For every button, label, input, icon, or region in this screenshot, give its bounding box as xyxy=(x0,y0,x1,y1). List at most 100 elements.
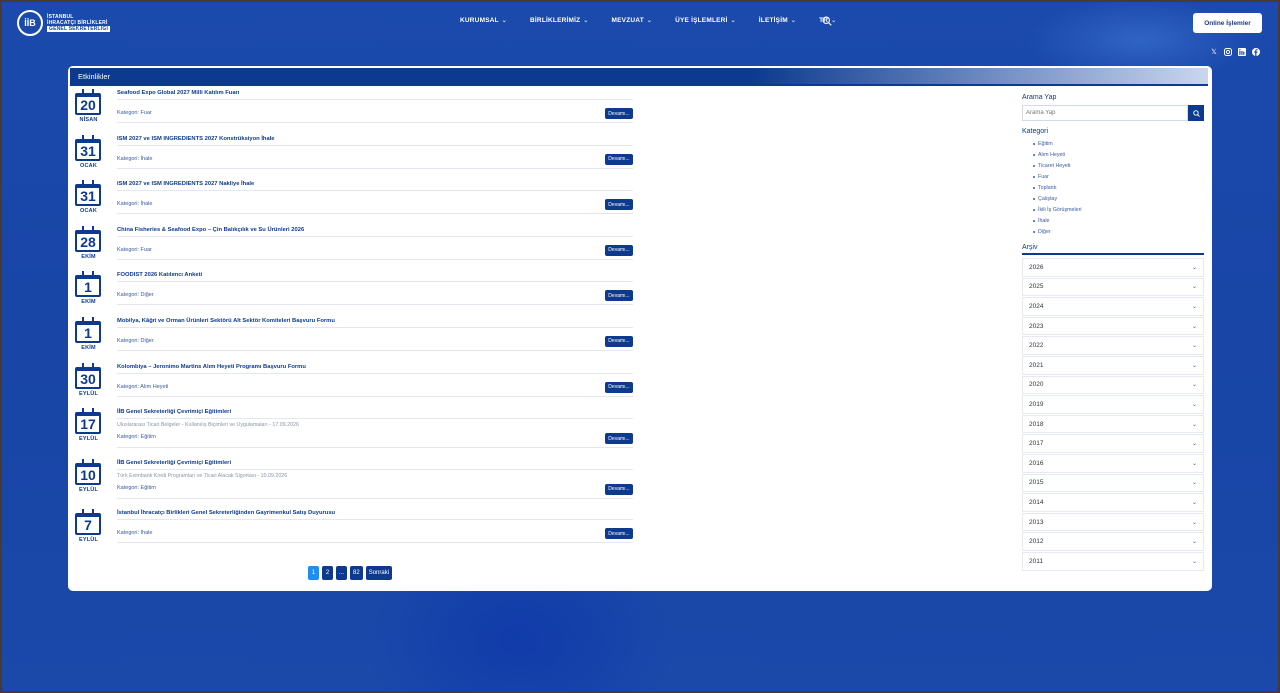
sidebar: Arama Yap Kategori EğitimAlım HeyetiTica… xyxy=(1022,94,1204,572)
site-logo[interactable]: İİB İSTANBUL İHRACATÇI BİRLİKLERİ GENEL … xyxy=(17,10,111,36)
category-link[interactable]: İhale xyxy=(1033,218,1204,229)
archive-year-item[interactable]: 2016 ⌄ xyxy=(1022,453,1204,473)
event-title-link[interactable]: Mobilya, Kâğıt ve Orman Ürünleri Sektörü… xyxy=(117,318,335,324)
category-link[interactable]: Alım Heyeti xyxy=(1033,152,1204,163)
event-title-link[interactable]: China Fisheries & Seafood Expo – Çin Bal… xyxy=(117,227,304,233)
nav-item-3[interactable]: ÜYE İŞLEMLERİ ⌄ xyxy=(675,17,736,24)
chevron-down-icon: ⌄ xyxy=(1191,519,1197,526)
archive-year-item[interactable]: 2023 ⌄ xyxy=(1022,316,1204,336)
chevron-down-icon: ⌄ xyxy=(1191,343,1197,350)
x-icon[interactable]: 𝕏 xyxy=(1210,48,1218,56)
logo-line-3: GENEL SEKRETERLİĞİ xyxy=(47,26,111,32)
online-operations-button[interactable]: Online İşlemler xyxy=(1193,13,1262,33)
archive-year-item[interactable]: 2013 ⌄ xyxy=(1022,512,1204,532)
category-link[interactable]: Fuar xyxy=(1033,174,1204,185)
archive-year-item[interactable]: 2019 ⌄ xyxy=(1022,395,1204,414)
instagram-icon[interactable] xyxy=(1224,48,1232,56)
archive-year-item[interactable]: 2014 ⌄ xyxy=(1022,493,1204,512)
event-month: EYLÜL xyxy=(78,436,99,443)
category-link[interactable]: Toplantı xyxy=(1033,185,1204,196)
archive-year-item[interactable]: 2022 ⌄ xyxy=(1022,336,1204,355)
archive-year-item[interactable]: 2011 ⌄ xyxy=(1022,551,1204,571)
archive-year-label: 2021 xyxy=(1029,361,1044,369)
archive-year-item[interactable]: 2015 ⌄ xyxy=(1022,473,1204,493)
archive-year-item[interactable]: 2012 ⌄ xyxy=(1022,532,1204,551)
event-title-link[interactable]: ISM 2027 ve ISM INGREDIENTS 2027 Nakliye… xyxy=(117,181,254,187)
chevron-down-icon: ⌄ xyxy=(1191,303,1197,310)
page-button[interactable]: 2 xyxy=(322,566,333,580)
event-title-link[interactable]: İİB Genel Sekreterliği Çevrimiçi Eğitiml… xyxy=(117,460,231,466)
search-icon[interactable] xyxy=(822,16,832,26)
nav-item-label: KURUMSAL xyxy=(460,17,499,24)
category-link[interactable]: İkili İş Görüşmeleri xyxy=(1033,207,1204,218)
divider xyxy=(117,213,633,215)
divider xyxy=(117,167,633,169)
divider xyxy=(117,122,633,123)
event-title-link[interactable]: Kolombiya – Jeronimo Martins Alım Heyeti… xyxy=(117,364,306,370)
page-button[interactable]: ... xyxy=(336,566,348,580)
read-more-button[interactable]: Devamı... xyxy=(605,528,633,540)
event-day: 28 xyxy=(75,225,101,252)
read-more-button[interactable]: Devamı... xyxy=(605,244,633,256)
page-button[interactable]: Sonraki xyxy=(365,566,393,580)
event-title-link[interactable]: Seafood Expo Global 2027 Milli Katılım F… xyxy=(117,90,239,96)
read-more-button[interactable]: Devamı... xyxy=(605,381,633,393)
chevron-down-icon: ⌄ xyxy=(1191,401,1197,408)
search-input[interactable] xyxy=(1022,105,1188,121)
page-button[interactable]: 82 xyxy=(350,566,363,580)
event-item: 31 OCAK ISM 2027 ve ISM INGREDIENTS 2027… xyxy=(74,180,634,227)
nav-item-4[interactable]: İLETİŞİM ⌄ xyxy=(759,17,796,24)
category-link[interactable]: Diğer xyxy=(1033,229,1204,240)
category-link[interactable]: Ticaret Heyeti xyxy=(1033,163,1204,174)
divider xyxy=(117,258,633,260)
divider xyxy=(117,281,633,283)
event-title-link[interactable]: İİB Genel Sekreterliği Çevrimiçi Eğitiml… xyxy=(117,409,231,415)
archive-year-item[interactable]: 2018 ⌄ xyxy=(1022,414,1204,434)
chevron-down-icon: ⌄ xyxy=(501,18,508,24)
divider xyxy=(117,497,633,499)
facebook-icon[interactable] xyxy=(1252,48,1260,56)
search-icon xyxy=(1192,109,1200,117)
read-more-button[interactable]: Devamı... xyxy=(605,483,633,495)
archive-year-item[interactable]: 2021 ⌄ xyxy=(1022,355,1204,375)
archive-year-item[interactable]: 2025 ⌄ xyxy=(1022,277,1204,297)
pagination: 1 2... 82 Sonraki xyxy=(308,566,393,580)
event-title-link[interactable]: FOODIST 2026 Katılımcı Anketi xyxy=(117,272,202,278)
category-link[interactable]: Çalıştay xyxy=(1033,196,1204,207)
event-title-link[interactable]: ISM 2027 ve ISM INGREDIENTS 2027 Konstrü… xyxy=(117,136,275,142)
event-title-link[interactable]: İstanbul İhracatçı Birlikleri Genel Sekr… xyxy=(117,510,335,516)
event-category: Kategori: Fuar xyxy=(117,246,152,253)
event-category: Kategori: İhale xyxy=(117,530,153,537)
calendar-date-icon: 20 NİSAN xyxy=(75,89,102,123)
archive-year-item[interactable]: 2020 ⌄ xyxy=(1022,375,1204,395)
linkedin-icon[interactable] xyxy=(1238,48,1246,56)
event-month: EYLÜL xyxy=(78,486,99,493)
page-title: Etkinlikler xyxy=(70,68,1208,86)
event-item: 20 NİSAN Seafood Expo Global 2027 Milli … xyxy=(74,89,634,136)
chevron-down-icon: ⌄ xyxy=(1191,460,1197,467)
nav-item-1[interactable]: BİRLİKLERİMİZ ⌄ xyxy=(530,17,589,24)
read-more-button[interactable]: Devamı... xyxy=(605,335,633,347)
divider xyxy=(117,144,633,146)
nav-item-2[interactable]: MEVZUAT ⌄ xyxy=(612,17,653,24)
event-item: 7 EYLÜL İstanbul İhracatçı Birlikleri Ge… xyxy=(74,509,634,556)
event-item: 31 OCAK ISM 2027 ve ISM INGREDIENTS 2027… xyxy=(74,134,634,182)
read-more-button[interactable]: Devamı... xyxy=(605,199,633,211)
read-more-button[interactable]: Devamı... xyxy=(605,433,633,445)
divider xyxy=(117,395,633,397)
calendar-date-icon: 31 OCAK xyxy=(75,134,102,169)
chevron-down-icon: ⌄ xyxy=(646,18,653,24)
read-more-button[interactable]: Devamı... xyxy=(605,108,633,119)
archive-year-item[interactable]: 2024 ⌄ xyxy=(1022,297,1204,316)
search-button[interactable] xyxy=(1188,105,1204,121)
nav-item-0[interactable]: KURUMSAL ⌄ xyxy=(460,17,507,24)
archive-year-item[interactable]: 2017 ⌄ xyxy=(1022,434,1204,453)
page-button[interactable]: 1 xyxy=(308,566,319,580)
divider xyxy=(117,468,633,470)
category-link[interactable]: Eğitim xyxy=(1033,141,1204,152)
read-more-button[interactable]: Devamı... xyxy=(605,153,633,165)
event-day: 31 xyxy=(75,180,101,207)
divider xyxy=(117,99,633,100)
read-more-button[interactable]: Devamı... xyxy=(605,290,633,302)
archive-year-item[interactable]: 2026 ⌄ xyxy=(1022,258,1204,277)
